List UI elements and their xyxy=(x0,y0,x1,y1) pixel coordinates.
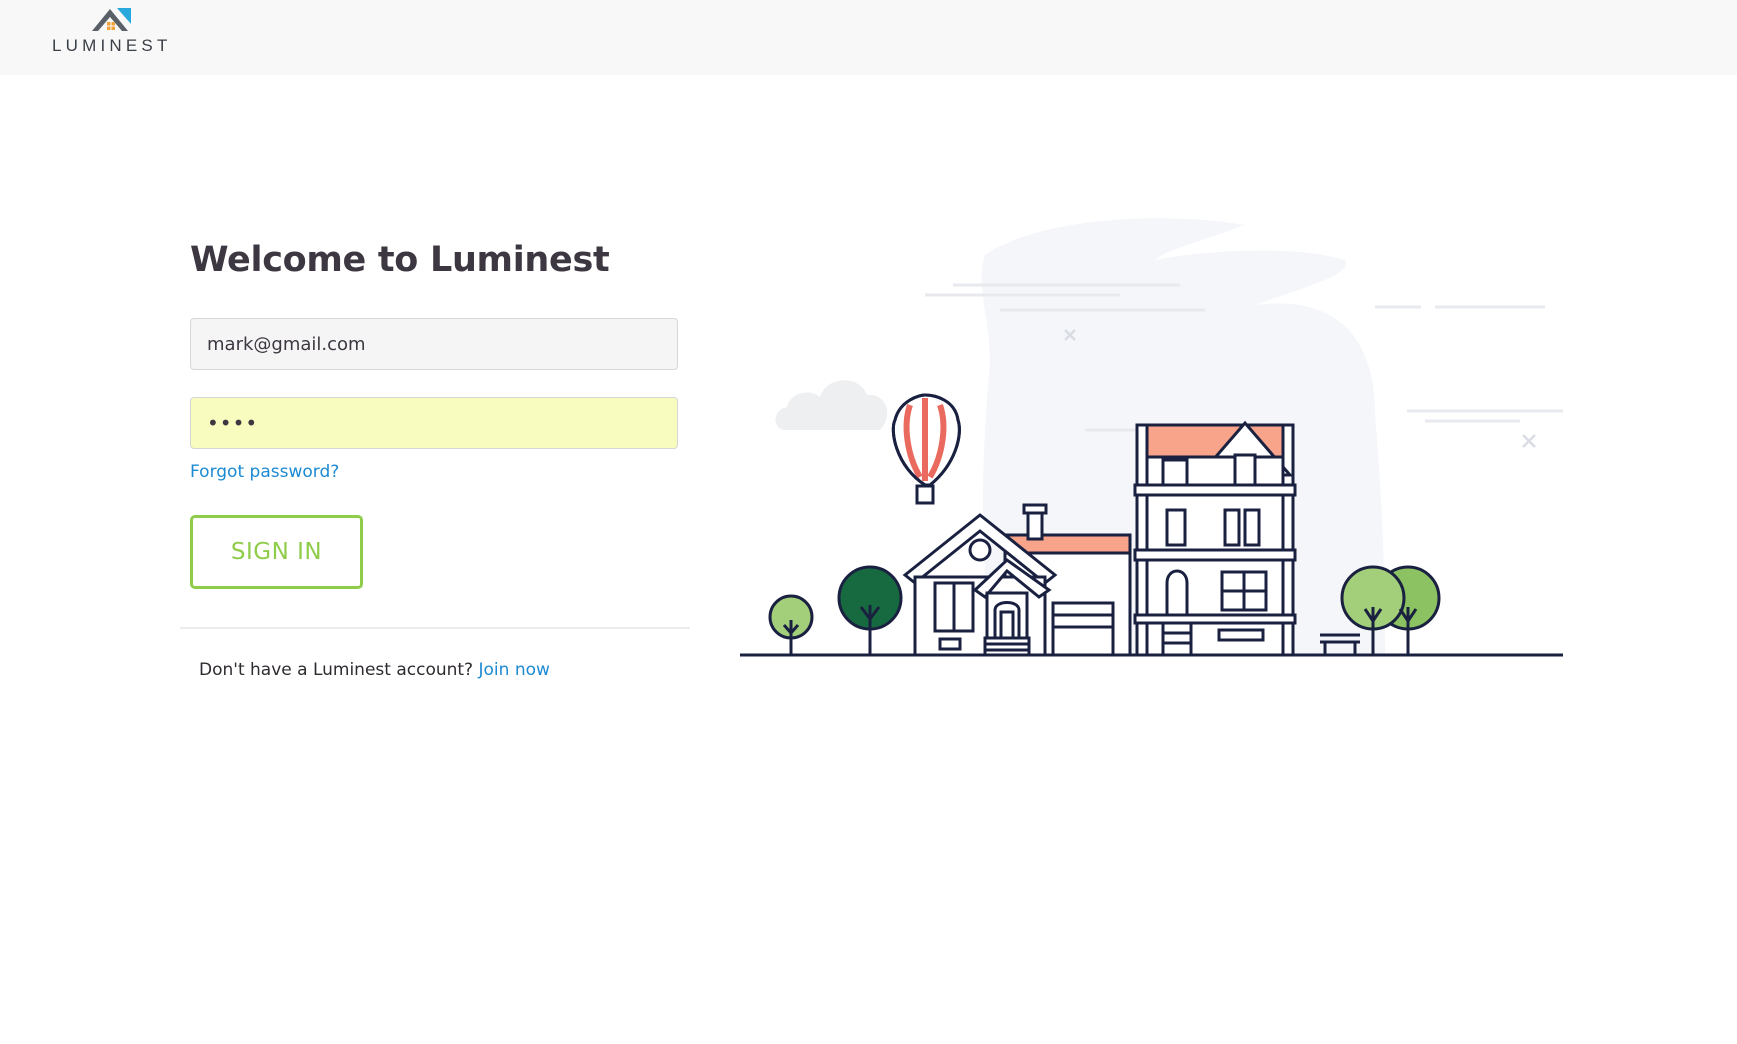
cloud xyxy=(775,380,888,430)
top-bar: LUMINEST xyxy=(0,0,1737,75)
logo-wordmark: LUMINEST xyxy=(52,36,172,55)
dark-tree xyxy=(837,565,903,655)
neighborhood-illustration xyxy=(740,218,1563,657)
tall-house xyxy=(1133,420,1297,657)
house-roof-icon xyxy=(92,8,131,31)
email-field[interactable] xyxy=(190,318,678,370)
password-field[interactable] xyxy=(190,397,678,449)
divider xyxy=(180,627,690,629)
forgot-password-link[interactable]: Forgot password? xyxy=(190,462,339,482)
signup-prompt: Don't have a Luminest account? Join now xyxy=(199,660,550,680)
hot-air-balloon xyxy=(891,393,961,505)
small-tree-left xyxy=(768,594,814,655)
join-now-link[interactable]: Join now xyxy=(479,660,550,680)
luminest-logo[interactable]: LUMINEST xyxy=(52,4,176,56)
page-title: Welcome to Luminest xyxy=(190,240,610,280)
signup-prompt-text: Don't have a Luminest account? xyxy=(199,660,474,680)
sign-in-button[interactable]: SIGN IN xyxy=(190,515,363,589)
